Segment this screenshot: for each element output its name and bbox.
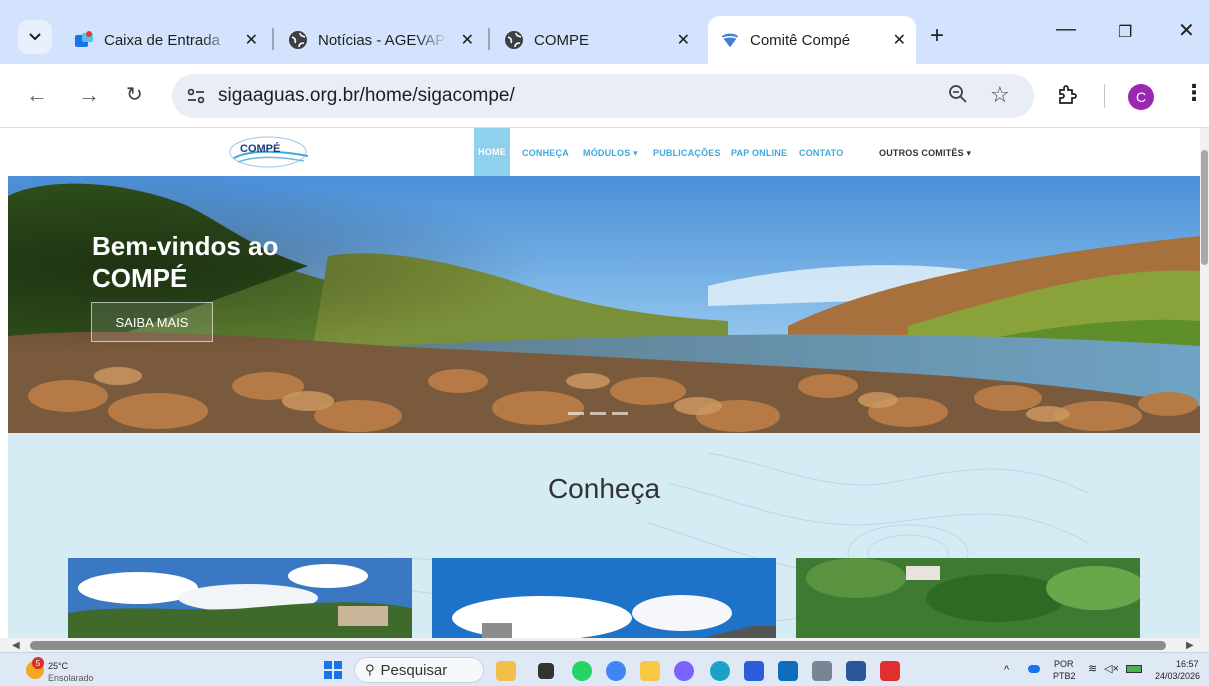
nav-pap-online[interactable]: PAP ONLINE	[731, 148, 787, 158]
tab-noticias-agevap[interactable]: Notícias - AGEVAP ✕	[280, 20, 484, 60]
card-image-1[interactable]	[68, 558, 412, 638]
nav-modulos[interactable]: MÓDULOS ▾	[583, 148, 638, 159]
onedrive-icon[interactable]	[1028, 665, 1040, 673]
tab-caixa-de-entrada[interactable]: Caixa de Entrada ✕	[64, 20, 268, 60]
restore-button[interactable]: ❐	[1118, 22, 1132, 42]
tab-title: Caixa de Entrada	[104, 31, 220, 49]
carousel-dot[interactable]	[590, 412, 606, 415]
weather-temp[interactable]: 25°C	[48, 661, 68, 671]
section-title: Conheça	[547, 473, 661, 504]
compe-logo[interactable]: COMPÉ	[228, 134, 314, 170]
address-bar[interactable]: sigaaguas.org.br/home/sigacompe/ ☆	[172, 74, 1034, 118]
profile-avatar[interactable]: C	[1128, 84, 1154, 110]
close-icon[interactable]: ✕	[245, 30, 258, 50]
page-viewport: COMPÉ HOME CONHEÇA MÓDULOS ▾ PUBLICAÇÕES…	[8, 128, 1200, 638]
new-tab-button[interactable]: +	[930, 22, 944, 50]
clock-date[interactable]: 24/03/2026	[1155, 671, 1200, 681]
nav-home[interactable]: HOME	[474, 128, 510, 176]
tab-compe[interactable]: COMPE ✕	[496, 20, 700, 60]
minimize-button[interactable]: —	[1056, 18, 1076, 41]
reload-icon[interactable]: ↻	[126, 82, 143, 107]
tab-title: Notícias - AGEVAP	[318, 31, 446, 49]
scroll-right-arrow-icon[interactable]: ▶	[1186, 640, 1194, 651]
card-image-2[interactable]	[432, 558, 776, 638]
word-icon[interactable]	[846, 661, 866, 681]
browser-tab-strip: Caixa de Entrada ✕ Notícias - AGEVAP ✕ C…	[0, 0, 1209, 64]
chevron-up-icon[interactable]: ^	[1004, 665, 1009, 676]
chrome-icon[interactable]	[606, 661, 626, 681]
widgets-icon[interactable]	[496, 661, 516, 681]
language-top[interactable]: POR	[1054, 659, 1074, 669]
tab-title: Comitê Compé	[750, 31, 851, 49]
search-icon: ⚲	[365, 662, 375, 677]
clock-time[interactable]: 16:57	[1176, 659, 1199, 669]
url-text[interactable]: sigaaguas.org.br/home/sigacompe/	[218, 85, 515, 107]
language-bottom[interactable]: PTB2	[1053, 671, 1076, 681]
copilot-icon[interactable]	[674, 661, 694, 681]
vertical-scrollbar-thumb[interactable]	[1201, 150, 1208, 265]
acrobat-icon[interactable]	[880, 661, 900, 681]
carousel-dot[interactable]	[568, 412, 584, 415]
search-label: Pesquisar	[380, 661, 448, 679]
outlook-icon	[74, 30, 94, 50]
saiba-mais-button[interactable]: SAIBA MAIS	[91, 302, 213, 342]
browser-toolbar: ← → ↻ sigaaguas.org.br/home/sigacompe/ ☆…	[0, 64, 1209, 128]
edge-icon[interactable]	[710, 661, 730, 681]
store-icon[interactable]	[744, 661, 764, 681]
task-view-icon[interactable]	[538, 663, 554, 679]
close-icon[interactable]: ✕	[461, 30, 474, 50]
chevron-down-icon	[29, 33, 41, 41]
tab-search-button[interactable]	[18, 20, 52, 54]
menu-kebab-icon[interactable]: ⋮	[1183, 80, 1205, 106]
zoom-icon[interactable]	[948, 84, 968, 110]
weather-badge: 5	[32, 657, 44, 669]
tab-comite-compe[interactable]: Comitê Compé ✕	[708, 16, 916, 64]
outlook-icon[interactable]	[778, 661, 798, 681]
card-image-3[interactable]	[796, 558, 1140, 638]
logo-text: COMPÉ	[240, 142, 280, 155]
wifi-icon[interactable]: ≋	[1088, 664, 1097, 675]
tab-separator	[488, 28, 490, 50]
back-icon[interactable]: ←	[26, 82, 48, 108]
hero-title: Bem-vindos ao COMPÉ	[92, 231, 279, 293]
conheca-section: Conheça	[8, 433, 1200, 638]
bookmark-star-icon[interactable]: ☆	[990, 82, 1010, 108]
site-navbar: COMPÉ HOME CONHEÇA MÓDULOS ▾ PUBLICAÇÕES…	[8, 128, 1200, 176]
nav-outros-comites[interactable]: OUTROS COMITÊS ▾	[879, 148, 971, 159]
taskbar-search[interactable]: ⚲ Pesquisar	[354, 657, 484, 683]
nav-contato[interactable]: CONTATO	[799, 148, 843, 158]
site-settings-icon[interactable]	[184, 84, 208, 108]
carousel-indicators	[568, 412, 628, 415]
window-close-button[interactable]: ✕	[1178, 18, 1195, 43]
nav-conheca[interactable]: CONHEÇA	[522, 148, 569, 158]
close-icon[interactable]: ✕	[893, 30, 906, 50]
extensions-icon[interactable]	[1056, 84, 1078, 112]
close-icon[interactable]: ✕	[677, 30, 690, 50]
toolbar-divider	[1104, 84, 1105, 108]
windows-start-icon[interactable]	[324, 661, 342, 679]
hero-banner: Bem-vindos ao COMPÉ SAIBA MAIS	[8, 176, 1200, 433]
tab-title: COMPE	[534, 31, 590, 49]
scroll-left-arrow-icon[interactable]: ◀	[12, 640, 20, 651]
file-explorer-icon[interactable]	[640, 661, 660, 681]
horizontal-scrollbar-thumb[interactable]	[30, 641, 1166, 650]
windows-taskbar: 5 25°C Ensolarado ⚲ Pesquisar ^ POR PTB2…	[0, 652, 1209, 686]
volume-muted-icon[interactable]: ◁×	[1104, 664, 1119, 675]
weather-desc[interactable]: Ensolarado	[48, 673, 94, 683]
carousel-dot[interactable]	[612, 412, 628, 415]
compe-favicon-icon	[720, 30, 740, 50]
globe-icon	[288, 30, 308, 50]
calculator-icon[interactable]	[812, 661, 832, 681]
tab-separator	[272, 28, 274, 50]
forward-icon[interactable]: →	[78, 82, 100, 108]
whatsapp-icon[interactable]	[572, 661, 592, 681]
globe-icon	[504, 30, 524, 50]
nav-publicacoes[interactable]: PUBLICAÇÕES	[653, 148, 721, 158]
battery-icon[interactable]	[1126, 665, 1142, 673]
